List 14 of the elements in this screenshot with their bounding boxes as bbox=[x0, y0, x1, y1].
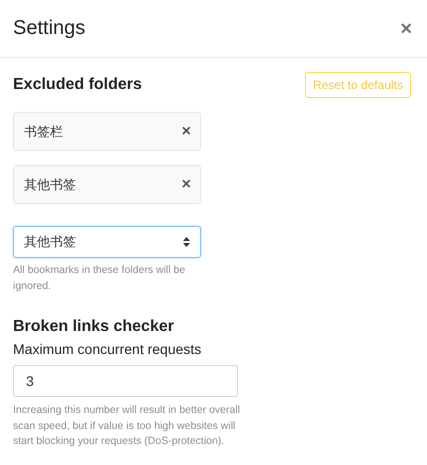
help-text: All bookmarks in these folders will be ignored. bbox=[13, 263, 186, 294]
dialog-title: Settings bbox=[13, 17, 86, 40]
requests-input[interactable]: 3 bbox=[13, 365, 238, 397]
dropdown-icon bbox=[183, 237, 190, 247]
section-heading: Excluded folders bbox=[13, 76, 142, 94]
folder-name: 其他书签 bbox=[24, 176, 76, 194]
folder-name: 书签栏 bbox=[24, 122, 63, 140]
remove-button[interactable]: × bbox=[182, 176, 191, 192]
remove-button[interactable]: × bbox=[182, 124, 191, 140]
section-heading: Broken links checker bbox=[13, 318, 175, 336]
help-text: Increasing this number will result in better overall scan speed, but if value is too high websites will start blocking your requests (DoS-protection). bbox=[13, 403, 241, 449]
field-label: Maximum concurrent requests bbox=[13, 341, 202, 357]
close-button[interactable]: × bbox=[398, 18, 414, 38]
folder-select[interactable]: 其他书签 bbox=[13, 226, 201, 258]
